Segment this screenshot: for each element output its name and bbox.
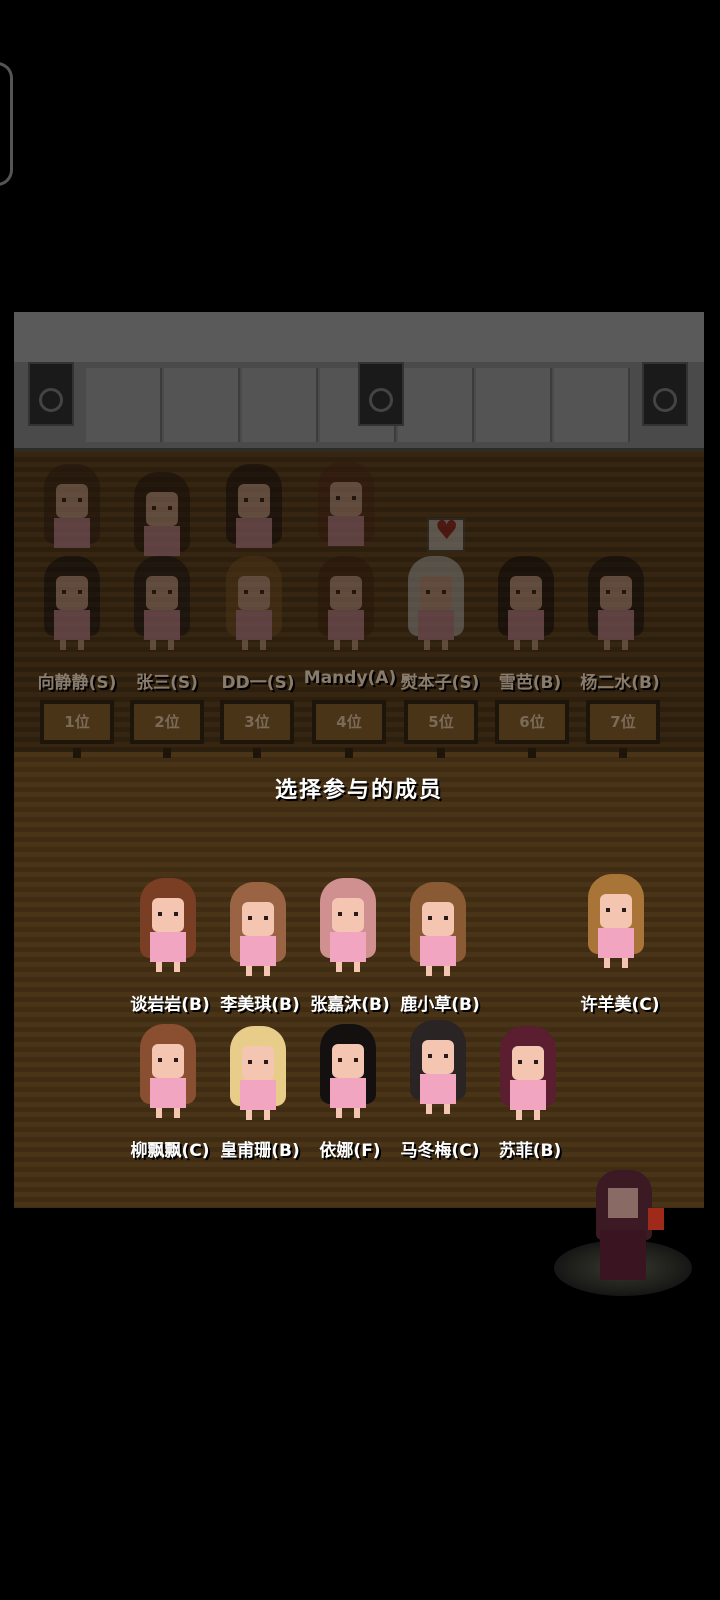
megaphone-icon [648, 1208, 664, 1230]
rank-slot-2[interactable]: 2位 [130, 700, 204, 758]
ranked-name-4: Mandy(A) [303, 668, 397, 688]
ranked-name-3: DD一(S) [221, 673, 295, 693]
rank-slot-1[interactable]: 1位 [40, 700, 114, 758]
ranked-name-6: 雪芭(B) [498, 673, 562, 693]
ranked-member-7[interactable] [580, 556, 652, 650]
ranked-name-2: 张三(S) [136, 673, 198, 693]
member-name-4: 鹿小草(B) [400, 995, 480, 1015]
manager-character [590, 1170, 664, 1280]
member-name-3: 张嘉沐(B) [310, 995, 390, 1015]
member-card-7[interactable] [222, 1026, 294, 1120]
ranked-member-2[interactable] [126, 556, 198, 650]
rank-slot-5[interactable]: 5位 [404, 700, 478, 758]
speaker-left [28, 362, 74, 426]
studio-wall [14, 312, 704, 452]
ranked-name-5: 熨本子(S) [400, 673, 480, 693]
speaker-right [642, 362, 688, 426]
back-member-3 [218, 464, 290, 558]
member-name-10: 苏菲(B) [498, 1141, 562, 1161]
rank-slot-7[interactable]: 7位 [586, 700, 660, 758]
back-member-1 [36, 464, 108, 558]
select-members-prompt: 选择参与的成员 [274, 778, 443, 803]
member-name-6: 柳飘飘(C) [130, 1141, 210, 1161]
ranked-name-7: 杨二水(B) [580, 673, 660, 693]
rank-slot-3[interactable]: 3位 [220, 700, 294, 758]
ranked-name-1: 向静静(S) [37, 673, 117, 693]
member-card-5[interactable] [580, 874, 652, 968]
ranked-member-6[interactable] [490, 556, 562, 650]
rehearsal-room: 向静静(S) 张三(S) DD一(S) Mandy(A) 熨本子(S) 雪芭(B… [14, 312, 704, 1208]
heart-icon [427, 516, 465, 552]
member-name-5: 许羊美(C) [580, 995, 660, 1015]
speaker-center [358, 362, 404, 426]
member-name-7: 皇甫珊(B) [220, 1141, 300, 1161]
side-menu-tab[interactable] [0, 62, 13, 186]
ranked-member-5[interactable] [400, 556, 472, 650]
member-card-10[interactable] [492, 1026, 564, 1120]
member-card-1[interactable] [132, 878, 204, 972]
rank-slot-6[interactable]: 6位 [495, 700, 569, 758]
rank-slot-4[interactable]: 4位 [312, 700, 386, 758]
member-name-1: 谈岩岩(B) [130, 995, 210, 1015]
member-name-8: 依娜(F) [319, 1141, 381, 1161]
member-card-3[interactable] [312, 878, 384, 972]
ranked-member-1[interactable] [36, 556, 108, 650]
back-member-4 [310, 462, 382, 556]
member-name-9: 马冬梅(C) [400, 1141, 480, 1161]
member-card-8[interactable] [312, 1024, 384, 1118]
member-card-4[interactable] [402, 882, 474, 976]
member-card-6[interactable] [132, 1024, 204, 1118]
member-card-9[interactable] [402, 1020, 474, 1114]
back-member-2 [126, 472, 198, 566]
member-name-2: 李美琪(B) [220, 995, 300, 1015]
ranked-member-3[interactable] [218, 556, 290, 650]
member-card-2[interactable] [222, 882, 294, 976]
ranked-member-4[interactable] [310, 556, 382, 650]
